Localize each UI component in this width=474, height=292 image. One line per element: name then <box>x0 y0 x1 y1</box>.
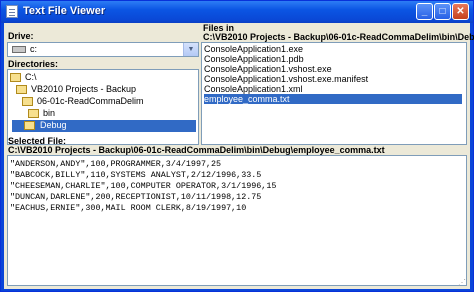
tree-node-label: bin <box>43 108 56 118</box>
folder-open-icon <box>22 97 33 106</box>
tree-node-label: VB2010 Projects - Backup <box>31 84 137 94</box>
file-list-item[interactable]: ConsoleApplication1.pdb <box>204 54 462 64</box>
chevron-down-icon[interactable]: ▼ <box>183 43 198 56</box>
window-title: Text File Viewer <box>23 5 106 17</box>
close-icon: ✕ <box>456 6 465 17</box>
file-line: "ANDERSON,ANDY",100,PROGRAMMER,3/4/1997,… <box>10 159 222 169</box>
directories-label: Directories: <box>8 59 59 69</box>
file-list[interactable]: ConsoleApplication1.exe ConsoleApplicati… <box>201 42 467 145</box>
file-list-item[interactable]: ConsoleApplication1.exe <box>204 44 462 54</box>
minimize-icon: _ <box>421 6 428 17</box>
title-bar[interactable]: Text File Viewer _ □ ✕ <box>1 1 473 23</box>
file-list-item[interactable]: ConsoleApplication1.vshost.exe <box>204 64 462 74</box>
folder-open-icon <box>10 73 21 82</box>
resize-grip-icon[interactable]: ⋰ <box>458 278 468 288</box>
directory-tree[interactable]: C:\ VB2010 Projects - Backup 06-01c-Read… <box>7 69 199 145</box>
drive-icon <box>12 46 26 53</box>
folder-open-icon <box>24 121 35 130</box>
maximize-icon: □ <box>439 6 446 17</box>
maximize-button[interactable]: □ <box>434 3 451 20</box>
drive-combobox[interactable]: c: ▼ <box>7 42 199 57</box>
file-list-item[interactable]: ConsoleApplication1.xml <box>204 84 462 94</box>
file-line: "CHEESEMAN,CHARLIE",100,COMPUTER OPERATO… <box>10 181 277 191</box>
minimize-button[interactable]: _ <box>416 3 433 20</box>
selected-file-path: C:\VB2010 Projects - Backup\06-01c-ReadC… <box>8 145 385 155</box>
folder-open-icon <box>28 109 39 118</box>
file-line: "BABCOCK,BILLY",110,SYSTEMS ANALYST,2/12… <box>10 170 262 180</box>
drive-label: Drive: <box>8 31 34 41</box>
file-line: "EACHUS,ERNIE",300,MAIL ROOM CLERK,8/19/… <box>10 203 247 213</box>
app-window: Text File Viewer _ □ ✕ Drive: c: ▼ Direc… <box>0 0 474 292</box>
tree-node-label: 06-01c-ReadCommaDelim <box>37 96 144 106</box>
file-list-item-selected[interactable]: employee_comma.txt <box>204 94 462 104</box>
tree-node-debug[interactable]: Debug <box>12 120 196 132</box>
file-line: "DUNCAN,DARLENE",200,RECEPTIONIST,10/11/… <box>10 192 262 202</box>
files-path: C:\VB2010 Projects - Backup\06-01c-ReadC… <box>203 32 474 42</box>
close-button[interactable]: ✕ <box>452 3 469 20</box>
file-contents-textbox[interactable]: "ANDERSON,ANDY",100,PROGRAMMER,3/4/1997,… <box>7 155 467 286</box>
folder-open-icon <box>16 85 27 94</box>
app-icon <box>6 5 18 18</box>
tree-node-label: Debug <box>39 120 68 130</box>
client-area: Drive: c: ▼ Directories: C:\ VB2010 Proj… <box>4 23 474 289</box>
file-list-item[interactable]: ConsoleApplication1.vshost.exe.manifest <box>204 74 462 84</box>
tree-node-label: C:\ <box>25 72 37 82</box>
drive-value: c: <box>30 44 38 54</box>
